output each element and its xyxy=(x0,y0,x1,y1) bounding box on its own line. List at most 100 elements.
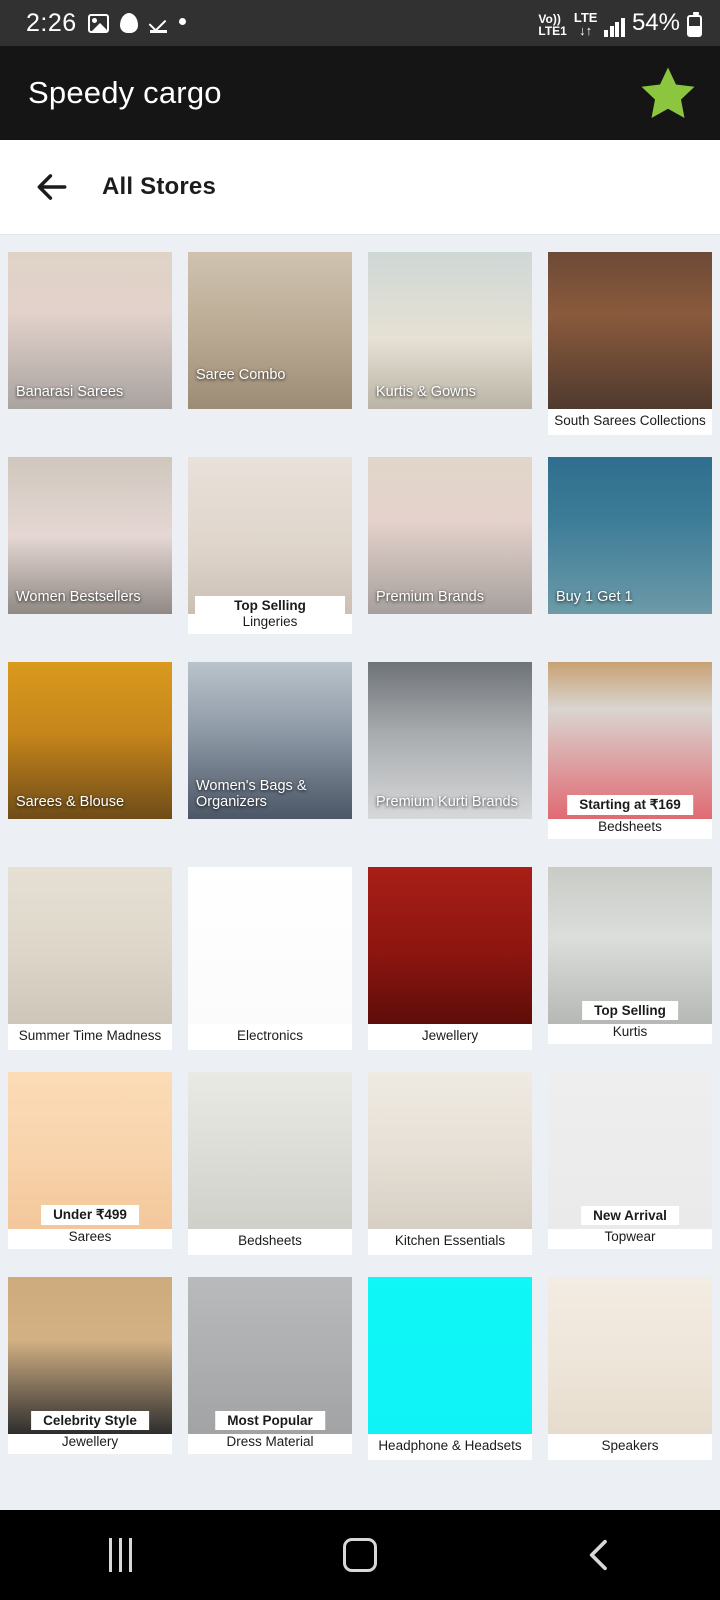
store-tile-label: Jewellery xyxy=(421,1028,479,1044)
store-tile[interactable]: Top Selling Kurtis xyxy=(548,867,712,1044)
store-grid-cell: Under ₹499 Sarees xyxy=(0,1072,180,1277)
store-tile[interactable]: Bedsheets xyxy=(188,1072,352,1255)
system-nav-bar xyxy=(0,1510,720,1600)
store-grid-row: Sarees & Blouse Women's Bags & Organizers… xyxy=(0,662,720,867)
store-tile[interactable]: Sarees & Blouse xyxy=(8,662,172,819)
store-tile[interactable]: Electronics xyxy=(188,867,352,1050)
store-tile-label: Women Bestsellers xyxy=(8,583,172,614)
store-tile-label-bar: Speakers xyxy=(548,1434,712,1460)
store-grid-row: Summer Time Madness Electronics Jewellery T… xyxy=(0,867,720,1072)
store-tile-label: Speakers xyxy=(601,1438,659,1454)
store-tile-label: Most Popular xyxy=(215,1410,325,1430)
store-tile-label: Kitchen Essentials xyxy=(394,1233,506,1249)
store-grid-cell: Banarasi Sarees xyxy=(0,252,180,457)
store-grid-cell: Premium Brands xyxy=(360,457,540,662)
store-tile-image xyxy=(548,1277,712,1434)
store-tile-label: Bedsheets xyxy=(238,1233,302,1249)
store-tile-sublabel: Dress Material xyxy=(188,1434,352,1454)
store-tile-sublabel: Sarees xyxy=(8,1229,172,1249)
store-tile-image: Buy 1 Get 1 xyxy=(548,457,712,614)
network-type-label: LTE xyxy=(573,9,598,25)
store-tile-sublabel: Bedsheets xyxy=(548,819,712,839)
store-tile-label: Top Selling xyxy=(582,1000,678,1020)
store-tile[interactable]: Kitchen Essentials xyxy=(368,1072,532,1255)
photo-icon xyxy=(87,13,109,33)
status-clock: 2:26 xyxy=(26,8,77,37)
store-tile[interactable]: Saree Combo xyxy=(188,252,352,409)
store-tile[interactable]: Summer Time Madness xyxy=(8,867,172,1050)
store-tile-label: Premium Kurti Brands xyxy=(368,788,532,819)
store-tile-image xyxy=(548,252,712,409)
status-bar: 2:26 Vo)) LTE1 LTE ↓↑ 54% xyxy=(0,0,720,46)
store-tile-image xyxy=(188,457,352,614)
store-tile-sublabel: Topwear xyxy=(548,1229,712,1249)
store-tile-label: Buy 1 Get 1 xyxy=(548,583,712,614)
store-grid-cell: Buy 1 Get 1 xyxy=(540,457,720,662)
store-tile[interactable]: Under ₹499 Sarees xyxy=(8,1072,172,1249)
store-tile-image xyxy=(8,867,172,1024)
store-grid-cell: Top Selling Lingeries xyxy=(180,457,360,662)
dot-icon xyxy=(178,17,186,25)
store-grid-row: Banarasi Sarees Saree Combo Kurtis & Gowns… xyxy=(0,252,720,457)
store-tile-image xyxy=(368,1277,532,1434)
store-tile[interactable]: Headphone & Headsets xyxy=(368,1277,532,1460)
store-tile[interactable]: Most Popular Dress Material xyxy=(188,1277,352,1454)
store-grid-cell: Premium Kurti Brands xyxy=(360,662,540,867)
back-chevron-icon[interactable] xyxy=(545,1510,655,1600)
store-tile-label: Sarees & Blouse xyxy=(8,788,172,819)
store-tile-sublabel: Lingeries xyxy=(242,613,298,629)
store-tile[interactable]: South Sarees Collections xyxy=(548,252,712,435)
store-tile[interactable]: Premium Kurti Brands xyxy=(368,662,532,819)
store-tile-image: Premium Brands xyxy=(368,457,532,614)
store-tile-label: New Arrival xyxy=(581,1205,679,1225)
store-tile[interactable]: Jewellery xyxy=(368,867,532,1050)
store-tile-label: Kurtis & Gowns xyxy=(368,378,532,409)
arrow-left-icon[interactable] xyxy=(30,165,74,209)
store-tile[interactable]: New Arrival Topwear xyxy=(548,1072,712,1249)
recents-icon[interactable] xyxy=(65,1510,175,1600)
store-tile[interactable]: Kurtis & Gowns xyxy=(368,252,532,409)
store-tile-label-bar: South Sarees Collections xyxy=(548,409,712,435)
store-tile[interactable]: Premium Brands xyxy=(368,457,532,614)
store-tile-label: South Sarees Collections xyxy=(554,413,706,429)
store-tile-label: Headphone & Headsets xyxy=(378,1438,522,1454)
store-grid-row: Celebrity Style Jewellery Most Popular Dres… xyxy=(0,1277,720,1482)
store-tile-image xyxy=(188,1072,352,1229)
store-tile-label-bar: Bedsheets xyxy=(188,1229,352,1255)
store-tile-label: Women's Bags & Organizers xyxy=(188,771,352,819)
store-tile-label: Under ₹499 xyxy=(41,1204,139,1225)
store-grid-cell: Bedsheets xyxy=(180,1072,360,1277)
store-tile-image xyxy=(368,867,532,1024)
store-tile[interactable]: Starting at ₹169 Bedsheets xyxy=(548,662,712,839)
store-tile-image xyxy=(368,1072,532,1229)
store-tile-image: Saree Combo xyxy=(188,252,352,409)
store-tile[interactable]: Speakers xyxy=(548,1277,712,1460)
store-tile[interactable]: Women's Bags & Organizers xyxy=(188,662,352,819)
store-grid-cell: Kitchen Essentials xyxy=(360,1072,540,1277)
store-tile[interactable]: Women Bestsellers xyxy=(8,457,172,614)
tick-underline-icon xyxy=(149,14,168,33)
store-tile[interactable]: Top Selling Lingeries xyxy=(188,457,352,634)
store-grid-cell: Jewellery xyxy=(360,867,540,1072)
store-tile-label-bar: Top Selling Lingeries xyxy=(195,596,345,634)
volte-bottom: LTE1 xyxy=(538,23,567,38)
network-type-icon: LTE ↓↑ xyxy=(573,9,598,37)
star-icon[interactable] xyxy=(638,63,698,123)
store-tile-label-bar: Electronics xyxy=(188,1024,352,1050)
store-grid-cell: Summer Time Madness xyxy=(0,867,180,1072)
store-grid-cell: New Arrival Topwear xyxy=(540,1072,720,1277)
store-tile-label: Electronics xyxy=(236,1028,304,1044)
store-tile-image xyxy=(188,867,352,1024)
home-icon[interactable] xyxy=(305,1510,415,1600)
status-bar-left: 2:26 xyxy=(26,9,186,38)
store-grid-cell: Sarees & Blouse xyxy=(0,662,180,867)
app-title: Speedy cargo xyxy=(28,75,222,110)
store-grid-cell: Women Bestsellers xyxy=(0,457,180,662)
store-grid-row: Under ₹499 Sarees Bedsheets Kitchen Essenti… xyxy=(0,1072,720,1277)
store-tile[interactable]: Buy 1 Get 1 xyxy=(548,457,712,614)
store-tile[interactable]: Celebrity Style Jewellery xyxy=(8,1277,172,1454)
store-grid[interactable]: Banarasi Sarees Saree Combo Kurtis & Gowns… xyxy=(0,235,720,1460)
store-tile[interactable]: Banarasi Sarees xyxy=(8,252,172,409)
store-tile-image: Premium Kurti Brands xyxy=(368,662,532,819)
store-grid-cell: Celebrity Style Jewellery xyxy=(0,1277,180,1482)
